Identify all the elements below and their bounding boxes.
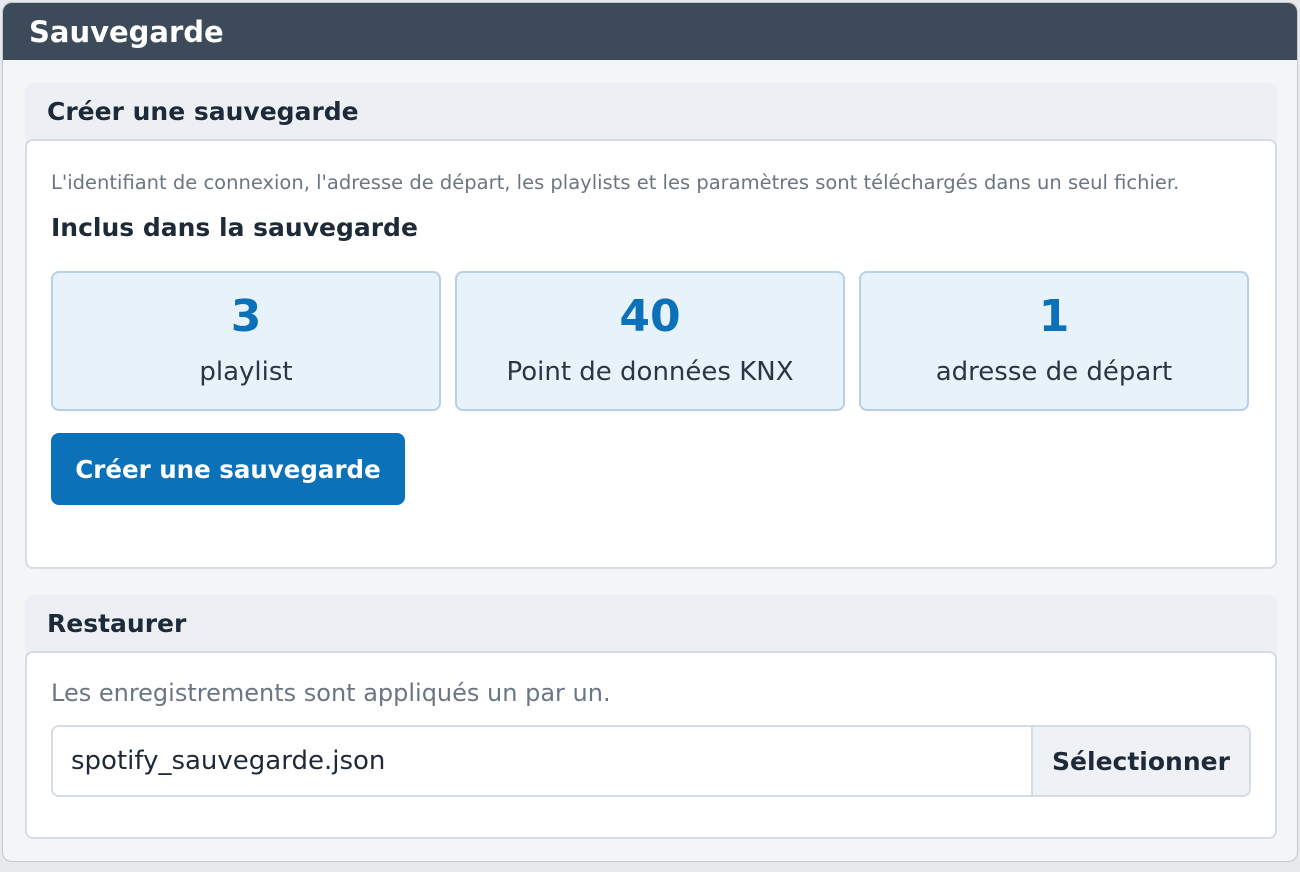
create-backup-button[interactable]: Créer une sauvegarde: [51, 433, 405, 505]
file-picker: spotify_sauvegarde.json Sélectionner: [51, 725, 1251, 797]
file-name-field[interactable]: spotify_sauvegarde.json: [53, 727, 1031, 795]
create-backup-header: Créer une sauvegarde: [47, 96, 359, 126]
stat-value: 1: [1038, 291, 1070, 342]
stat-label: Point de données KNX: [506, 357, 794, 387]
create-backup-body: L'identifiant de connexion, l'adresse de…: [25, 139, 1277, 569]
restore-header: Restaurer: [47, 608, 187, 638]
create-backup-section: Créer une sauvegarde L'identifiant de co…: [25, 83, 1277, 569]
restore-section: Restaurer Les enregistrements sont appli…: [25, 595, 1277, 839]
stat-label: playlist: [199, 357, 293, 387]
stat-card-knx-datapoints: 40 Point de données KNX: [455, 271, 845, 411]
included-heading: Inclus dans la sauvegarde: [51, 213, 418, 242]
stat-card-start-address: 1 adresse de départ: [859, 271, 1249, 411]
select-file-button[interactable]: Sélectionner: [1031, 727, 1249, 795]
window-title: Sauvegarde: [3, 3, 1297, 60]
restore-description: Les enregistrements sont appliqués un pa…: [51, 679, 611, 707]
restore-body: Les enregistrements sont appliqués un pa…: [25, 651, 1277, 839]
stat-label: adresse de départ: [935, 357, 1173, 387]
create-backup-description: L'identifiant de connexion, l'adresse de…: [51, 171, 1180, 194]
stat-card-playlists: 3 playlist: [51, 271, 441, 411]
stat-value: 40: [619, 291, 681, 342]
backup-window: Sauvegarde Créer une sauvegarde L'identi…: [2, 2, 1298, 862]
stat-value: 3: [230, 291, 262, 342]
